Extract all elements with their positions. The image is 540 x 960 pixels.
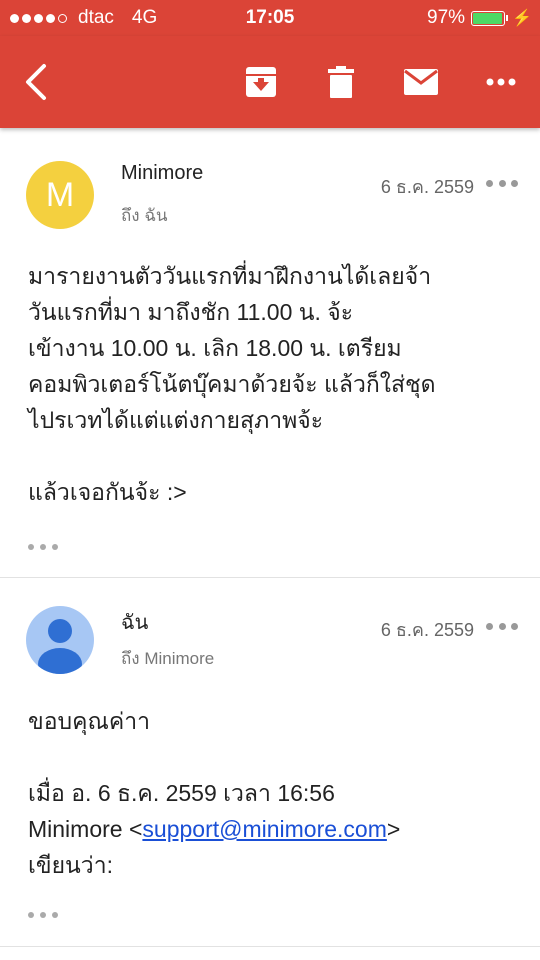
quote-wrote-line: เขียนว่า: xyxy=(28,852,114,878)
recipient-line: ถึง ฉัน xyxy=(121,206,168,225)
message-more-button[interactable] xyxy=(486,177,518,189)
show-trimmed-content-button[interactable] xyxy=(28,542,58,552)
message-date: 6 ธ.ค. 2559 xyxy=(380,177,474,197)
quote-header-line: เมื่อ อ. 6 ธ.ค. 2559 เวลา 16:56 xyxy=(28,780,335,806)
battery-percent: 97% xyxy=(427,7,466,28)
avatar: M xyxy=(26,161,94,229)
trash-icon xyxy=(328,66,354,98)
user-silhouette-icon xyxy=(38,619,82,674)
body-line: วันแรกที่มา มาถึงชัก 11.00 น. จ้ะ xyxy=(28,299,354,325)
body-line: ขอบคุณค่าา xyxy=(28,708,151,734)
show-trimmed-content-button[interactable] xyxy=(28,910,58,920)
status-right: 97% ⚡ xyxy=(427,7,532,29)
sender-name: Minimore xyxy=(121,162,204,184)
body-line: เข้างาน 10.00 น. เลิก 18.00 น. เตรียม xyxy=(28,335,402,361)
charging-bolt-icon: ⚡ xyxy=(512,10,532,27)
quote-bracket: > xyxy=(386,816,401,842)
message-body: มารายงานตัววันแรกที่มาฝึกงานได้เลยจ้า วั… xyxy=(28,258,518,510)
mark-unread-button[interactable] xyxy=(386,36,456,128)
battery-icon xyxy=(471,10,506,26)
status-bar: dtac 4G 17:05 97% ⚡ xyxy=(0,0,540,36)
message-more-button[interactable] xyxy=(486,620,518,632)
email-message[interactable]: M Minimore ถึง ฉัน 6 ธ.ค. 2559 มารายงานต… xyxy=(0,128,540,578)
body-line: ไปรเวทได้แต่แต่งกายสุภาพจ้ะ xyxy=(28,407,324,433)
email-message[interactable]: ฉัน ถึง Minimore 6 ธ.ค. 2559 ขอบคุณค่าา … xyxy=(0,578,540,948)
sender-email-link[interactable]: support@minimore.com xyxy=(142,816,386,842)
more-options-button[interactable] xyxy=(466,36,536,128)
body-line: มารายงานตัววันแรกที่มาฝึกงานได้เลยจ้า xyxy=(28,263,432,289)
message-body: ขอบคุณค่าา เมื่อ อ. 6 ธ.ค. 2559 เวลา 16:… xyxy=(28,703,518,883)
quote-sender-name: Minimore < xyxy=(28,816,143,842)
battery-fill xyxy=(473,12,503,24)
back-button[interactable] xyxy=(2,36,72,128)
archive-button[interactable] xyxy=(226,36,296,128)
email-toolbar xyxy=(0,36,540,128)
envelope-icon xyxy=(404,69,438,95)
message-divider xyxy=(0,946,540,947)
battery-tip xyxy=(506,15,509,21)
avatar xyxy=(26,606,94,674)
sender-name: ฉัน xyxy=(121,612,149,634)
more-horizontal-icon xyxy=(486,78,516,86)
archive-icon xyxy=(246,67,276,97)
chevron-left-icon xyxy=(26,64,46,100)
body-line: คอมพิวเตอร์โน้ตบุ๊คมาด้วยจ้ะ แล้วก็ใส่ชุ… xyxy=(28,371,436,397)
body-closing: แล้วเจอกันจ้ะ :> xyxy=(28,479,187,505)
message-date: 6 ธ.ค. 2559 xyxy=(380,620,474,640)
recipient-line: ถึง Minimore xyxy=(121,649,215,668)
quote-sender-line: Minimore <support@minimore.com> xyxy=(28,811,518,847)
delete-button[interactable] xyxy=(306,36,376,128)
